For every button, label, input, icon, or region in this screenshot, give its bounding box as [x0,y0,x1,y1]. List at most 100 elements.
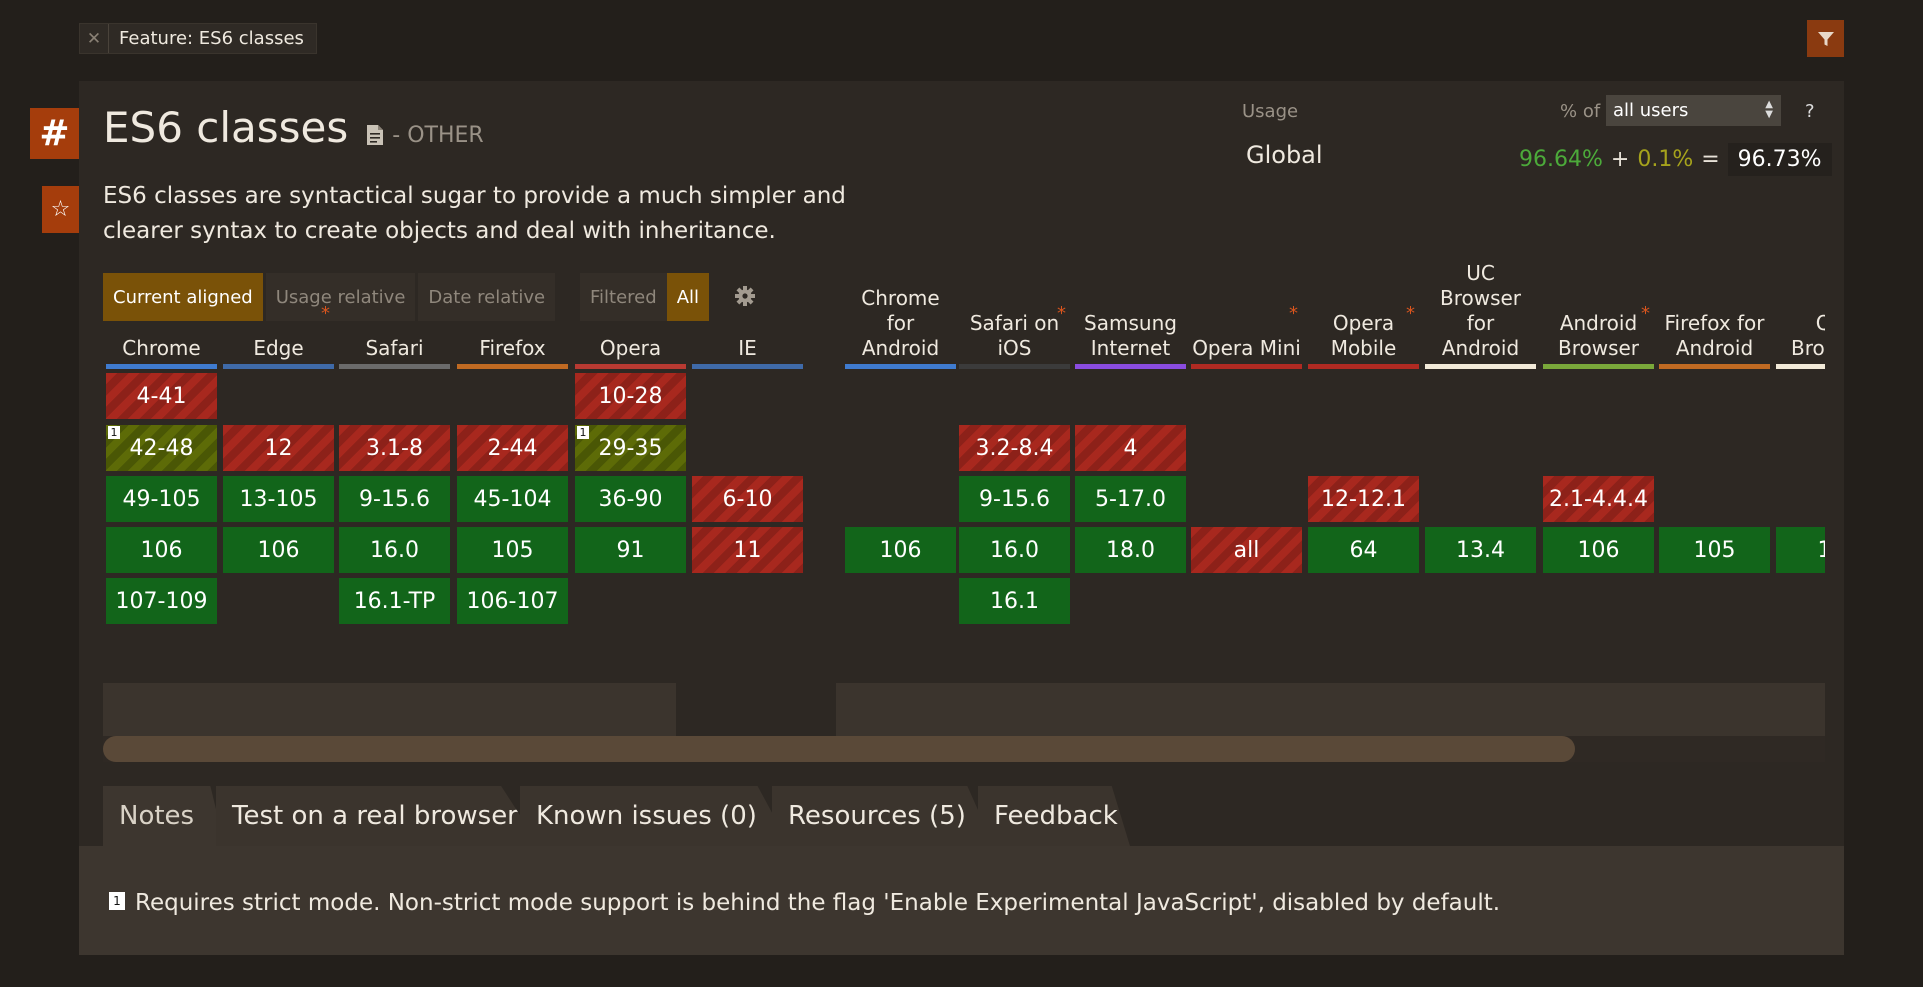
browser-header-opera-mini[interactable]: Opera Mini * [1191,241,1302,361]
version-range: 29-35 [598,435,663,461]
browser-name: Android Browser [1557,311,1640,360]
support-cell[interactable]: 2.1-4.4.4 [1543,476,1654,522]
support-cell[interactable]: 16.0 [959,527,1070,573]
support-cell[interactable]: 13.4 [1425,527,1536,573]
support-cell[interactable]: 64 [1308,527,1419,573]
browser-color-bar [1659,364,1770,369]
version-range: 11 [733,537,762,563]
browser-header-edge[interactable]: Edge * [223,241,334,361]
version-range: 6-10 [722,486,773,512]
support-cell[interactable]: all [1191,527,1302,573]
browser-header-qq-browser[interactable]: QQ Browser [1776,241,1825,361]
version-range: 2.1-4.4.4 [1549,486,1648,512]
support-cell[interactable]: 5-17.0 [1075,476,1186,522]
browser-name: Samsung Internet [1084,311,1177,360]
version-range: 91 [616,537,645,563]
support-cell[interactable]: 49-105 [106,476,217,522]
tab-known-issues-0[interactable]: Known issues (0) [520,786,790,846]
browser-header-firefox[interactable]: Firefox [457,241,568,361]
horizontal-scrollbar[interactable] [103,736,1825,762]
version-range: 2-44 [487,435,538,461]
browser-color-bar [1425,364,1536,369]
browser-color-bar [1543,364,1654,369]
note-marker: 1 [108,426,120,439]
browser-header-chrome-for-android[interactable]: Chrome for Android [845,241,956,361]
browser-name: Chrome [122,336,201,360]
support-cell[interactable]: 45-104 [457,476,568,522]
version-range: 12 [264,435,293,461]
support-cell[interactable]: 11 [692,527,803,573]
scrollbar-thumb[interactable] [103,736,1575,762]
browser-color-bar [692,364,803,369]
support-cell[interactable]: 29-35 1 [575,425,686,471]
support-cell[interactable]: 36-90 [575,476,686,522]
support-cell[interactable]: 16.1-TP [339,578,450,624]
tab-notes[interactable]: Notes [103,786,225,846]
support-cell[interactable]: 105 [457,527,568,573]
note-text: Requires strict mode. Non-strict mode su… [135,890,1501,916]
tab-resources-5[interactable]: Resources (5) [772,786,994,846]
support-table: Chrome 4-41 42-48 1 49-105 106 107-109 Edge * 12 1… [79,0,1825,700]
support-cell[interactable]: 13 [1776,527,1825,573]
support-cell[interactable]: 3.2-8.4 [959,425,1070,471]
support-cell[interactable]: 16.1 [959,578,1070,624]
support-cell[interactable]: 107-109 [106,578,217,624]
support-cell[interactable]: 9-15.6 [959,476,1070,522]
support-cell[interactable]: 3.1-8 [339,425,450,471]
support-cell[interactable]: 18.0 [1075,527,1186,573]
tab-test-on-a-real-browser[interactable]: Test on a real browser [216,786,540,846]
support-cell[interactable]: 12-12.1 [1308,476,1419,522]
browser-header-safari[interactable]: Safari [339,241,450,361]
version-range: 3.2-8.4 [975,435,1054,461]
support-cell[interactable]: 106-107 [457,578,568,624]
support-cell[interactable]: 106 [845,527,956,573]
anchor-link-button[interactable]: # [30,108,79,159]
note-marker: 1 [577,426,589,439]
browser-header-opera[interactable]: Opera [575,241,686,361]
browser-name: Firefox for Android [1664,311,1765,360]
browser-header-android-browser[interactable]: Android Browser * [1543,241,1654,361]
support-cell[interactable]: 6-10 [692,476,803,522]
browser-header-samsung-internet[interactable]: Samsung Internet [1075,241,1186,361]
version-range: 18.0 [1106,537,1155,563]
browser-header-chrome[interactable]: Chrome [106,241,217,361]
support-cell[interactable]: 9-15.6 [339,476,450,522]
star-button[interactable]: ☆ [42,186,79,233]
browser-header-ie[interactable]: IE [692,241,803,361]
support-cell[interactable]: 13-105 [223,476,334,522]
asterisk-marker: * [1057,303,1066,324]
asterisk-marker: * [1406,303,1415,324]
tab-feedback[interactable]: Feedback [978,786,1130,846]
browser-header-uc-browser-for-android[interactable]: UC Browser for Android [1425,241,1536,361]
version-range: 36-90 [598,486,663,512]
browser-name: Chrome for Android [861,286,940,360]
version-range: 105 [1693,537,1736,563]
support-cell[interactable]: 2-44 [457,425,568,471]
support-cell[interactable]: 4-41 [106,373,217,419]
browser-header-firefox-for-android[interactable]: Firefox for Android [1659,241,1770,361]
support-cell[interactable]: 91 [575,527,686,573]
browser-name: Safari [365,336,424,360]
support-cell[interactable]: 106 [223,527,334,573]
version-range: 13 [1817,537,1826,563]
browser-name: Opera Mini [1192,336,1301,360]
support-cell[interactable]: 12 [223,425,334,471]
support-cell[interactable]: 106 [1543,527,1654,573]
browser-header-opera-mobile[interactable]: Opera Mobile * [1308,241,1419,361]
version-range: 5-17.0 [1095,486,1166,512]
version-range: 9-15.6 [979,486,1050,512]
browser-header-safari-on-ios[interactable]: Safari on iOS * [959,241,1070,361]
support-cell[interactable]: 4 [1075,425,1186,471]
version-range: 16.1 [990,588,1039,614]
support-cell[interactable]: 105 [1659,527,1770,573]
support-cell[interactable]: 42-48 1 [106,425,217,471]
browser-color-bar [845,364,956,369]
support-cell[interactable]: 16.0 [339,527,450,573]
support-cell[interactable]: 10-28 [575,373,686,419]
support-cell[interactable]: 106 [106,527,217,573]
browser-color-bar [1776,364,1825,369]
version-range: 16.1-TP [353,588,436,614]
version-range: 64 [1349,537,1378,563]
browser-color-bar [1308,364,1419,369]
browser-color-bar [1075,364,1186,369]
